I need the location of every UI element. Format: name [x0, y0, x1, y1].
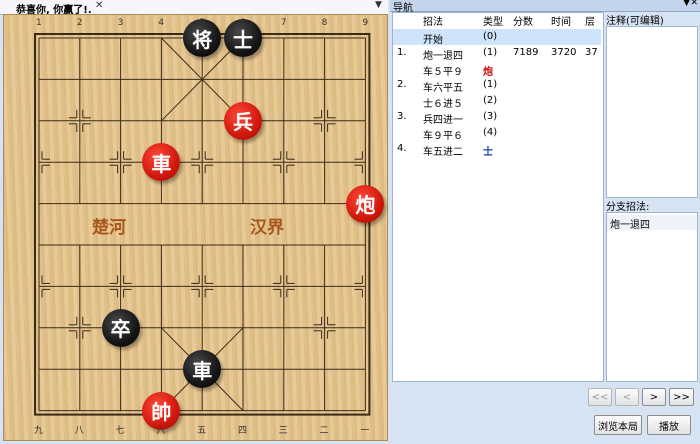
move-row[interactable]: 车５平９ 炮 — [393, 61, 601, 78]
move-row[interactable]: 2. 车六平五 (1) — [393, 77, 601, 94]
move-type: (3) — [483, 111, 498, 122]
move-row[interactable]: 士６进５ (2) — [393, 93, 601, 110]
pin-icon[interactable]: ▼ — [683, 0, 690, 8]
move-type: 炮 — [483, 67, 493, 78]
move-row[interactable]: 4. 车五进二 士 — [393, 141, 601, 158]
browse-game-button[interactable]: 浏览本局 — [594, 415, 642, 435]
move-num: 3. — [397, 111, 407, 122]
move-type: (2) — [483, 95, 498, 106]
close-icon[interactable]: ✕ — [690, 0, 698, 8]
dropdown-arrow-icon[interactable]: ▼ — [375, 0, 382, 10]
top-coordinate: 8 — [321, 18, 328, 28]
next-move-button[interactable]: > — [642, 388, 666, 406]
move-move: 车５平９ — [423, 67, 463, 78]
header-type: 类型 — [483, 17, 503, 28]
move-move: 车９平６ — [423, 131, 463, 142]
move-num: 1. — [397, 47, 407, 58]
move-move: 兵四进一 — [423, 115, 463, 126]
red-piece[interactable]: 兵 — [224, 101, 262, 140]
header-depth: 层 — [585, 17, 595, 28]
move-move: 士６进５ — [423, 99, 463, 110]
move-depth: 37 — [585, 47, 598, 58]
move-move: 车六平五 — [423, 83, 463, 94]
bottom-coordinate: 四 — [238, 426, 248, 436]
move-row[interactable]: 3. 兵四进一 (3) — [393, 109, 601, 126]
branch-label: 分支招法: — [606, 202, 650, 213]
move-list[interactable]: 招法 类型 分数 时间 层 开始 (0) 1. 炮一退四 (1) 7189 3720 37 车５… — [392, 12, 604, 382]
header-score: 分数 — [513, 17, 533, 28]
top-coordinate: 5 — [199, 18, 205, 28]
branch-item[interactable]: 炮一退四 — [607, 215, 697, 231]
bottom-coordinate: 九 — [34, 426, 44, 436]
move-type: 士 — [483, 147, 493, 158]
move-move: 炮一退四 — [423, 51, 463, 62]
river-left-label: 楚河 — [92, 218, 126, 238]
move-time: 3720 — [551, 47, 577, 58]
branch-item-label: 炮一退四 — [610, 220, 650, 231]
prev-move-button[interactable]: < — [615, 388, 639, 406]
move-score: 7189 — [513, 47, 539, 58]
move-num: 4. — [397, 143, 407, 154]
bottom-coordinate: 一 — [360, 426, 370, 436]
chess-board[interactable]: 楚河 汉界 将士兵車炮卒車帥 123456789九八七六五四三二一 — [3, 14, 388, 441]
river-right-label: 汉界 — [250, 218, 284, 238]
piece-label: 帥 — [151, 400, 172, 425]
top-coordinate: 7 — [280, 18, 287, 28]
piece-label: 兵 — [233, 110, 253, 135]
piece-label: 卒 — [110, 317, 131, 342]
move-move: 开始 — [423, 35, 443, 46]
bottom-coordinate: 三 — [278, 426, 288, 436]
bottom-coordinate: 六 — [156, 426, 166, 436]
black-piece[interactable]: 卒 — [101, 308, 140, 347]
move-type: (1) — [483, 79, 498, 90]
move-type: (4) — [483, 127, 498, 138]
move-move: 车五进二 — [423, 147, 463, 158]
notes-textarea[interactable] — [606, 26, 698, 198]
play-button[interactable]: 播放 — [647, 415, 691, 435]
top-coordinate: 3 — [117, 18, 124, 28]
top-coordinate: 1 — [36, 18, 42, 28]
top-coordinate: 4 — [158, 18, 165, 28]
first-move-button[interactable]: << — [588, 388, 612, 406]
board-tab[interactable]: 恭喜你, 你赢了!. ✕ ▼ — [0, 0, 388, 16]
top-coordinate: 9 — [362, 18, 369, 28]
top-coordinate: 6 — [240, 18, 246, 28]
move-row[interactable]: 1. 炮一退四 (1) 7189 3720 37 — [393, 45, 601, 62]
top-coordinate: 2 — [76, 18, 83, 28]
close-icon[interactable]: ✕ — [95, 0, 103, 11]
move-type: (1) — [483, 47, 498, 58]
bottom-coordinate: 八 — [74, 426, 84, 436]
bottom-coordinate: 五 — [197, 426, 207, 436]
piece-label: 車 — [151, 151, 172, 176]
nav-panel-header: 导航 ▼ ✕ — [390, 0, 700, 14]
last-move-button[interactable]: >> — [669, 388, 694, 406]
move-row[interactable]: 车９平６ (4) — [393, 125, 601, 142]
piece-label: 炮 — [355, 193, 376, 218]
move-row[interactable]: 开始 (0) — [393, 29, 601, 46]
notes-label: 注释(可编辑) — [606, 16, 664, 27]
bottom-coordinate: 七 — [115, 426, 125, 436]
move-num: 2. — [397, 79, 407, 90]
bottom-coordinate: 二 — [319, 426, 329, 436]
branch-list[interactable]: 炮一退四 — [606, 212, 698, 382]
header-time: 时间 — [551, 17, 571, 28]
red-piece[interactable]: 炮 — [346, 184, 385, 223]
header-move: 招法 — [423, 17, 443, 28]
move-type: (0) — [483, 31, 498, 42]
piece-label: 車 — [192, 358, 213, 383]
